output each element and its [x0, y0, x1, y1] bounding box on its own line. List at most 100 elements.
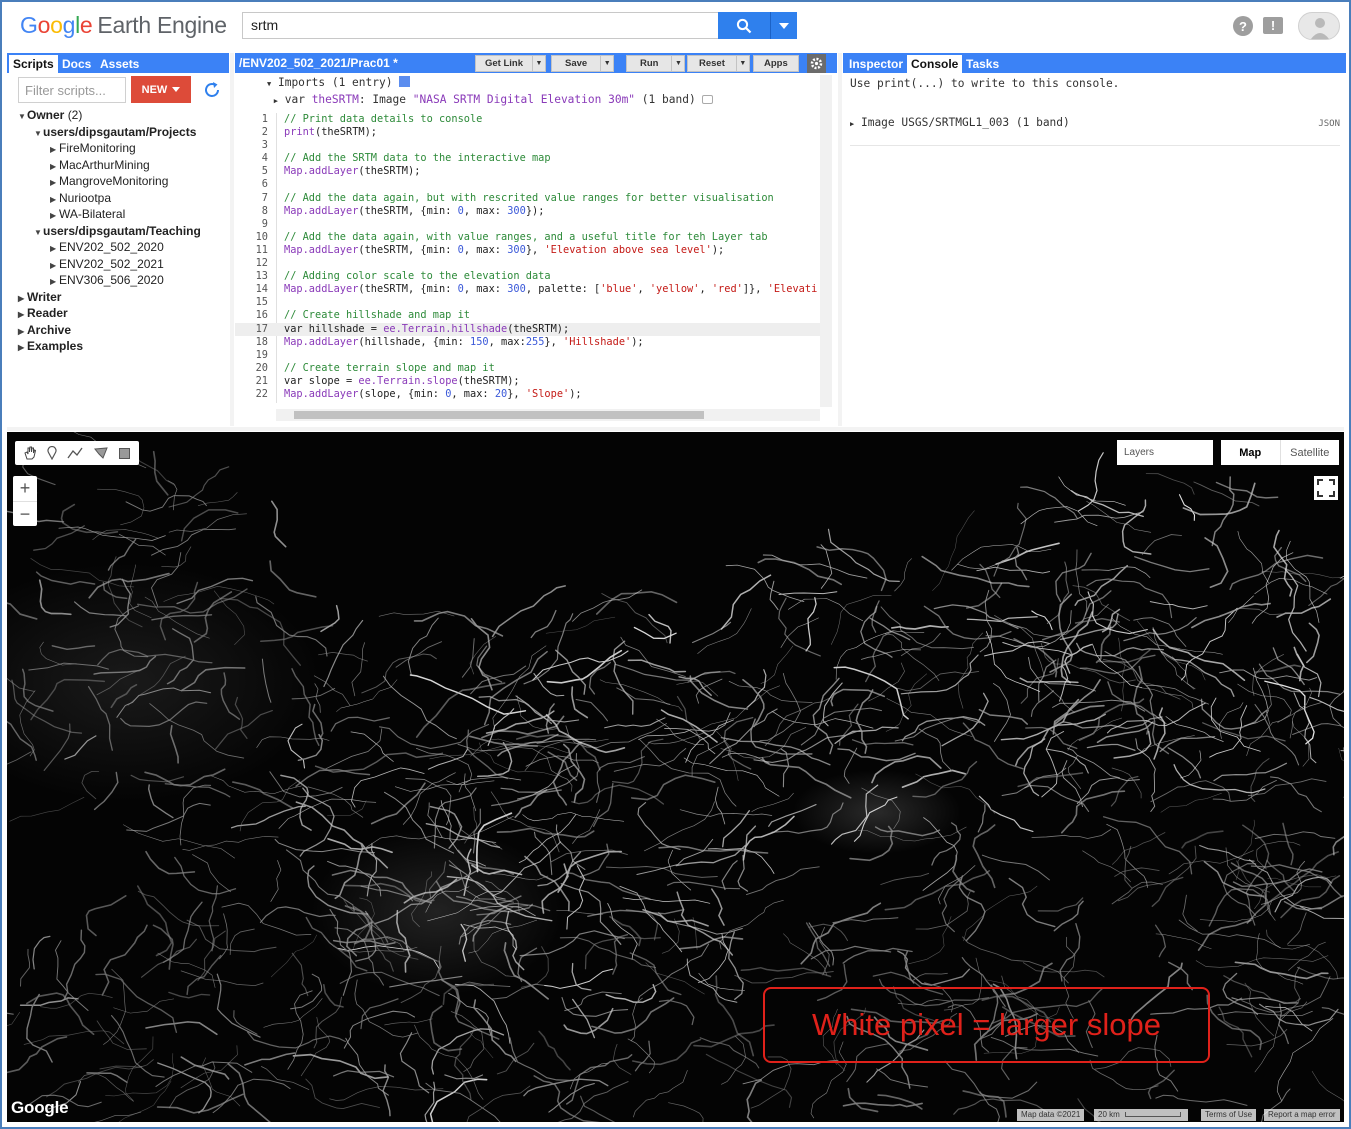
apps-button[interactable]: Apps [753, 55, 799, 72]
console-entry[interactable]: ▶ Image USGS/SRTMGL1_003 (1 band) JSON [850, 116, 1340, 146]
code-line[interactable]: 14 Map.addLayer(theSRTM, {min: 0, max: 30… [235, 283, 825, 296]
map-type-map[interactable]: Map [1221, 440, 1281, 465]
code-line[interactable]: 7 // Add the data again, but with rescrit… [235, 192, 825, 205]
tree-item[interactable]: ▶ MangroveMonitoring [50, 173, 168, 189]
tree-item[interactable]: ▼users/dipsgautam/Projects [34, 124, 196, 140]
help-circle-icon[interactable]: ? [1233, 16, 1253, 36]
search-button[interactable] [718, 12, 770, 39]
editor-settings-button[interactable] [807, 54, 826, 73]
inspect-eye-icon[interactable] [702, 95, 714, 104]
zoom-in-button[interactable]: + [13, 476, 37, 501]
code-line[interactable]: 18 Map.addLayer(hillshade, {min: 150, max… [235, 336, 825, 349]
code-line[interactable]: 12 [235, 257, 825, 270]
tree-item[interactable]: ▶ FireMonitoring [50, 140, 136, 156]
code-line[interactable]: 19 [235, 349, 825, 362]
tab-console[interactable]: Console [907, 55, 963, 73]
chevron-down-icon[interactable]: ▼ [532, 56, 545, 71]
code-line[interactable]: 2 print(theSRTM); [235, 126, 825, 139]
filter-scripts-input[interactable]: Filter scripts... [18, 77, 126, 103]
tree-item[interactable]: ▶ Nuriootpa [50, 190, 111, 206]
code-line[interactable]: 22 Map.addLayer(slope, {min: 0, max: 20},… [235, 388, 825, 401]
new-script-button[interactable]: NEW [131, 76, 191, 103]
account-avatar-icon[interactable] [1298, 12, 1340, 40]
slope-texture-stroke [565, 872, 651, 900]
tree-item[interactable]: ▶ ENV306_506_2020 [50, 272, 164, 288]
slope-texture-stroke [554, 649, 587, 695]
slope-texture-stroke [1111, 767, 1142, 799]
import-entry[interactable]: ▶ var theSRTM: Image "NASA SRTM Digital … [267, 92, 714, 109]
code-line[interactable]: 9 [235, 218, 825, 231]
tab-tasks[interactable]: Tasks [962, 55, 1003, 73]
run-button[interactable]: Run ▼ [626, 55, 686, 72]
code-line[interactable]: 13 // Adding color scale to the elevation… [235, 270, 825, 283]
feedback-icon[interactable]: ! [1263, 17, 1283, 34]
tree-item[interactable]: ▼users/dipsgautam/Teaching [34, 223, 201, 239]
code-line[interactable]: 16 // Create hillshade and map it [235, 309, 825, 322]
code-line[interactable]: 21 var slope = ee.Terrain.slope(theSRTM); [235, 375, 825, 388]
fullscreen-button[interactable] [1314, 476, 1338, 500]
show-script-icon[interactable] [399, 76, 411, 87]
tab-assets[interactable]: Assets [96, 55, 143, 73]
tab-docs[interactable]: Docs [58, 55, 95, 73]
layers-button[interactable]: Layers [1117, 440, 1213, 465]
code-line[interactable]: 11 Map.addLayer(theSRTM, {min: 0, max: 30… [235, 244, 825, 257]
terms-of-use-link[interactable]: Terms of Use [1201, 1109, 1257, 1121]
code-line[interactable]: 20 // Create terrain slope and map it [235, 362, 825, 375]
scrollbar-thumb[interactable] [294, 411, 704, 419]
imports-header[interactable]: ▼ Imports (1 entry) [267, 75, 713, 92]
horizontal-scrollbar[interactable] [276, 409, 820, 421]
search-input[interactable]: srtm [242, 12, 718, 39]
triangle-down-icon[interactable]: ▼ [34, 225, 43, 241]
code-line[interactable]: 4 // Add the SRTM data to the interactive… [235, 152, 825, 165]
triangle-down-icon[interactable]: ▼ [34, 126, 43, 142]
tree-item[interactable]: ▶ Writer [18, 289, 61, 305]
chevron-down-icon[interactable]: ▼ [671, 56, 684, 71]
code-line[interactable]: 3 [235, 139, 825, 152]
search-options-dropdown[interactable] [770, 12, 797, 39]
vertical-scrollbar[interactable] [820, 75, 832, 407]
line-icon[interactable] [67, 446, 83, 460]
code-line[interactable]: 17 var hillshade = ee.Terrain.hillshade(t… [235, 322, 825, 336]
chevron-down-icon[interactable]: ▼ [600, 56, 613, 71]
slope-texture-stroke [629, 952, 682, 996]
code-line[interactable]: 10 // Add the data again, with value rang… [235, 231, 825, 244]
polygon-icon[interactable] [93, 446, 109, 460]
refresh-button[interactable] [199, 77, 225, 103]
tree-item[interactable]: ▶ Reader [18, 305, 68, 321]
right-splitter[interactable] [838, 53, 842, 426]
json-link[interactable]: JSON [1318, 119, 1340, 129]
reset-button[interactable]: Reset ▼ [687, 55, 750, 72]
marker-icon[interactable] [46, 446, 58, 460]
code-line[interactable]: 1 // Print data details to console [235, 113, 825, 126]
map-view[interactable]: + − Layers Map Satellite White pixel = l… [7, 432, 1344, 1122]
triangle-down-icon[interactable]: ▼ [18, 109, 27, 125]
get-link-button[interactable]: Get Link ▼ [475, 55, 547, 72]
tree-item[interactable]: ▶ WA-Bilateral [50, 206, 125, 222]
code-line[interactable]: 5 Map.addLayer(theSRTM); [235, 165, 825, 178]
map-splitter[interactable] [7, 427, 1344, 431]
left-splitter[interactable] [230, 53, 234, 426]
tree-item-label: Owner [27, 108, 65, 122]
tab-scripts[interactable]: Scripts [9, 55, 58, 73]
tree-item[interactable]: ▶ ENV202_502_2021 [50, 256, 164, 272]
code-line[interactable]: 15 [235, 296, 825, 309]
map-type-satellite[interactable]: Satellite [1281, 440, 1340, 465]
code-line[interactable]: 8 Map.addLayer(theSRTM, {min: 0, max: 300… [235, 205, 825, 218]
code-area[interactable]: 1// Print data details to console 2 print(… [235, 113, 825, 401]
rectangle-icon[interactable] [118, 447, 131, 460]
tab-inspector[interactable]: Inspector [845, 55, 907, 73]
zoom-out-button[interactable]: − [13, 502, 37, 527]
tree-item[interactable]: ▶ MacArthurMining [50, 157, 150, 173]
save-button[interactable]: Save ▼ [551, 55, 615, 72]
tree-item[interactable]: ▼Owner (2) [18, 107, 82, 123]
triangle-right-icon[interactable]: ▶ [18, 340, 27, 356]
hand-icon[interactable] [23, 446, 37, 460]
tree-item[interactable]: ▶ ENV202_502_2020 [50, 239, 164, 255]
chevron-down-icon[interactable]: ▼ [735, 56, 749, 71]
slope-texture-stroke [39, 992, 113, 1009]
tree-item[interactable]: ▶ Examples [18, 338, 83, 354]
report-map-error-link[interactable]: Report a map error [1264, 1109, 1340, 1121]
code-line[interactable]: 6 [235, 178, 825, 191]
tree-item[interactable]: ▶ Archive [18, 322, 71, 338]
scale-line [1124, 1112, 1181, 1117]
